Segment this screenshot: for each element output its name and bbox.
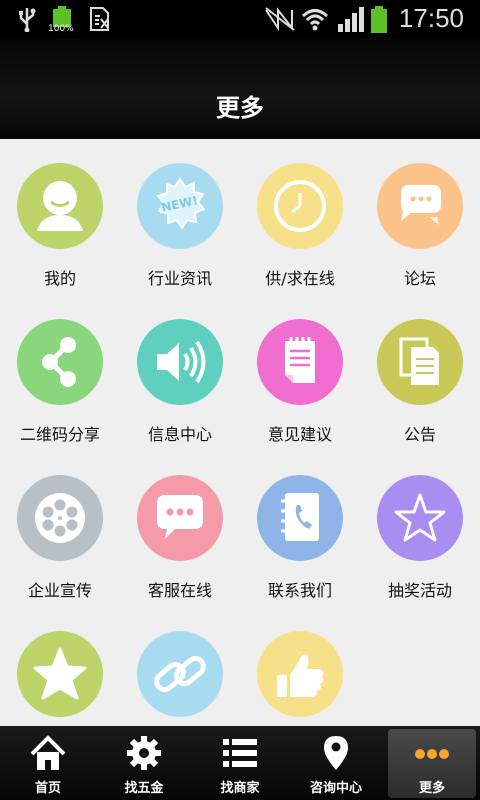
grid-item-label: 客服在线 [147,581,212,600]
title-bar: 更多 [0,38,480,139]
grid-item-label: 抽奖活动 [387,581,452,600]
nav-label: 找五金 [124,781,164,796]
grid-item-label: 信息中心 [147,425,212,444]
clock: 17:50 [398,3,464,33]
nav-label: 找商家 [220,781,260,796]
address-book-icon [257,475,343,561]
usb-icon [19,8,36,32]
share-icon [17,319,103,405]
sim-icon [90,7,109,31]
nav-consult-center[interactable]: 咨询中心 [288,726,384,800]
grid-item-supply-demand[interactable]: 供/求在线 [240,139,360,295]
grid-item-announcement[interactable]: 公告 [360,295,480,451]
documents-icon [377,319,463,405]
link-icon [137,631,223,717]
home-icon [30,735,66,770]
film-reel-icon [17,475,103,561]
battery-icon [371,6,387,33]
wifi-icon [301,9,329,31]
message-icon [137,475,223,561]
nav-label: 更多 [418,781,445,796]
notepad-icon [257,319,343,405]
grid-item-label: 行业资讯 [147,269,212,288]
speaker-icon [137,319,223,405]
clock-icon [257,163,343,249]
chat-icon [377,163,463,249]
thumbs-up-icon [257,631,343,717]
feature-grid: 我的 NEW! 行业资讯 供/求在线 论坛 二维码分享 信息中心 意见建议 公告… [0,139,480,726]
grid-item-lottery[interactable]: 抽奖活动 [360,451,480,607]
nav-home[interactable]: 首页 [0,726,96,800]
grid-item-label: 二维码分享 [19,425,100,444]
more-dots-icon [415,749,449,759]
grid-item-promotion[interactable]: 企业宣传 [0,451,120,607]
nav-label: 首页 [34,781,61,796]
grid-item-label: 论坛 [403,269,436,288]
grid-item-label: 我的 [43,269,76,288]
grid-item-qr-share[interactable]: 二维码分享 [0,295,120,451]
grid-item-mine[interactable]: 我的 [0,139,120,295]
grid-item-label: 公告 [403,425,436,444]
grid-item-label: 供/求在线 [265,269,335,288]
bottom-nav: 首页 找五金 找商家 咨询中心 更多 [0,726,480,800]
grid-item-label: 联系我们 [267,581,332,600]
grid-item-label: 意见建议 [267,425,332,444]
nav-find-hardware[interactable]: 找五金 [96,726,192,800]
nav-more[interactable]: 更多 [388,729,476,798]
star-outline-icon [377,475,463,561]
location-pin-icon [324,736,348,770]
grid-item-label: 企业宣传 [27,581,92,600]
grid-item-like[interactable] [240,607,360,726]
user-icon [17,163,103,249]
list-icon [223,739,257,767]
grid-item-favorites[interactable] [0,607,120,726]
grid-item-feedback[interactable]: 意见建议 [240,295,360,451]
battery-percent: 100% [48,24,74,34]
grid-item-customer-service[interactable]: 客服在线 [120,451,240,607]
grid-item-links[interactable] [120,607,240,726]
news-icon: NEW! [137,163,223,249]
grid-item-forum[interactable]: 论坛 [360,139,480,295]
page-title: 更多 [216,94,264,122]
status-bar: 100% 17:50 [0,0,480,38]
grid-item-contact-us[interactable]: 联系我们 [240,451,360,607]
grid-item-industry-news[interactable]: NEW! 行业资讯 [120,139,240,295]
cell-signal-icon [338,7,364,32]
nav-find-merchants[interactable]: 找商家 [192,726,288,800]
gear-icon [127,736,161,770]
no-signal-icon [265,7,295,32]
nav-label: 咨询中心 [309,781,362,796]
grid-item-info-center[interactable]: 信息中心 [120,295,240,451]
star-icon [17,631,103,717]
